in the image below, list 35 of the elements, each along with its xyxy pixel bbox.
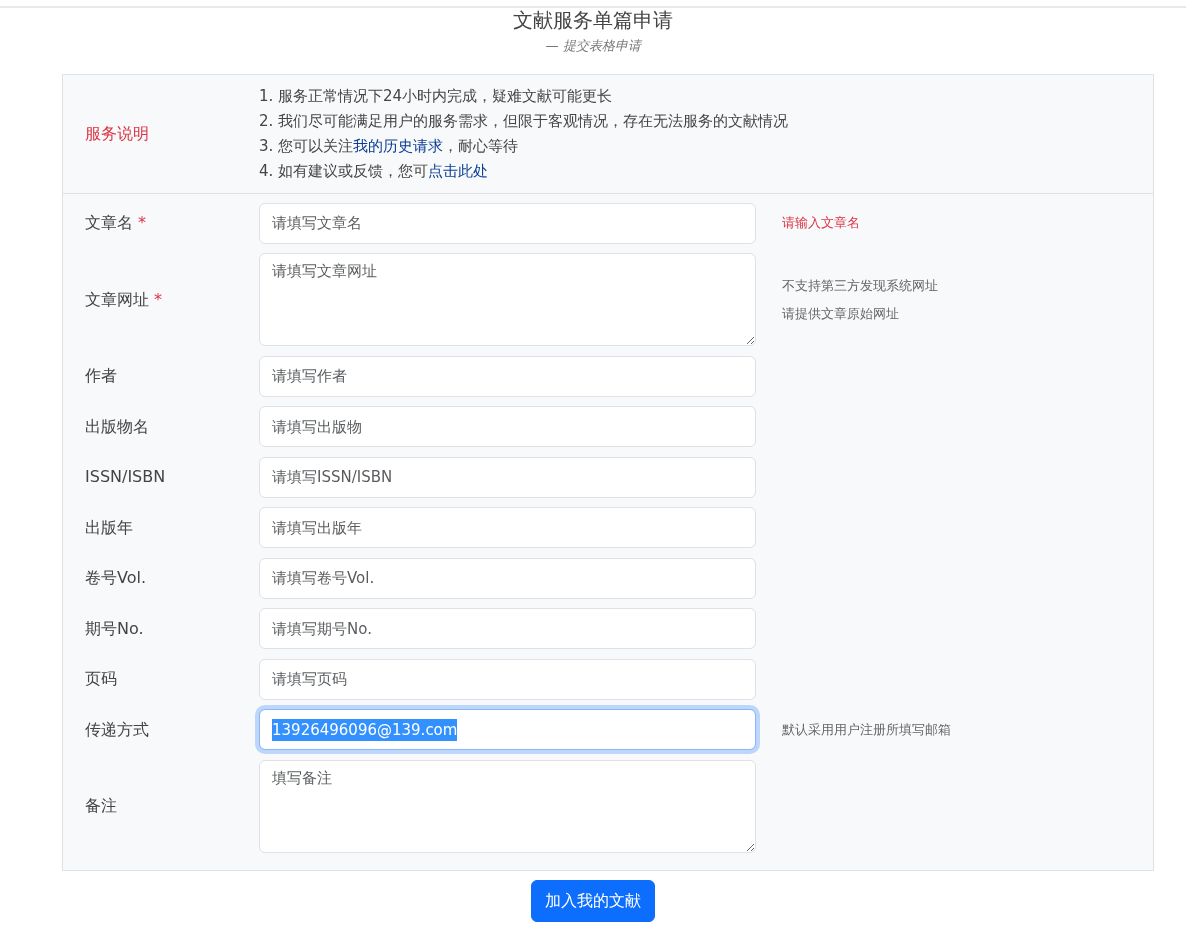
field-label: 文章网址 * [85,289,163,309]
input-field[interactable]: 请填写ISSN/ISBN [259,456,756,498]
input-field[interactable]: 请填写页码 [259,658,756,700]
page-subtitle: — 提交表格申请 [544,37,643,55]
text-area[interactable]: 填写备注 [259,759,756,853]
field-label: 传递方式 [85,719,149,739]
notice-link[interactable]: 我的历史请求 [353,136,444,155]
field-label: 页码 [85,669,117,688]
text-area[interactable]: 请填写文章网址 [259,253,756,346]
field-label: 出版年 [85,517,133,537]
page-title: 文献服务单篇申请 [512,8,674,32]
notice-text: 1. 服务正常情况下24小时内完成，疑难文献可能更长 [259,86,613,105]
field-label: 卷号Vol. [85,568,147,587]
input-field[interactable]: 请填写期号No. [259,608,756,649]
field-label: 期号No. [85,618,144,638]
field-label: 出版物名 [85,416,149,436]
field-label: 备注 [85,796,117,815]
field-label: ISSN/ISBN [85,467,166,486]
help-text: 请提供文章原始网址 [782,304,900,323]
submit-button[interactable]: 加入我的文献 [531,879,655,922]
error-message: 请输入文章名 [782,214,860,232]
input-field[interactable]: 请填写出版物 [259,406,756,447]
notice-text: 2. 我们尽可能满足用户的服务需求，但限于客观情况，存在无法服务的文献情况 [259,111,789,130]
help-text: 默认采用用户注册所填写邮箱 [782,720,951,739]
field-label: 作者 [85,366,117,385]
input-field[interactable]: 请填写卷号Vol. [259,557,756,599]
notice-link[interactable]: 点击此处 [428,161,489,180]
service-notice-label: 服务说明 [85,123,149,143]
notice-text: 4. 如有建议或反馈，您可点击此处 [259,161,489,180]
input-field[interactable]: 请填写文章名 [259,202,756,244]
field-label: 文章名 * [85,213,147,232]
notice-text: 3. 您可以关注我的历史请求，耐心等待 [259,136,519,155]
input-field[interactable]: 请填写作者 [259,355,756,397]
input-field[interactable]: 请填写出版年 [259,507,756,548]
help-text: 不支持第三方发现系统网址 [782,276,938,295]
